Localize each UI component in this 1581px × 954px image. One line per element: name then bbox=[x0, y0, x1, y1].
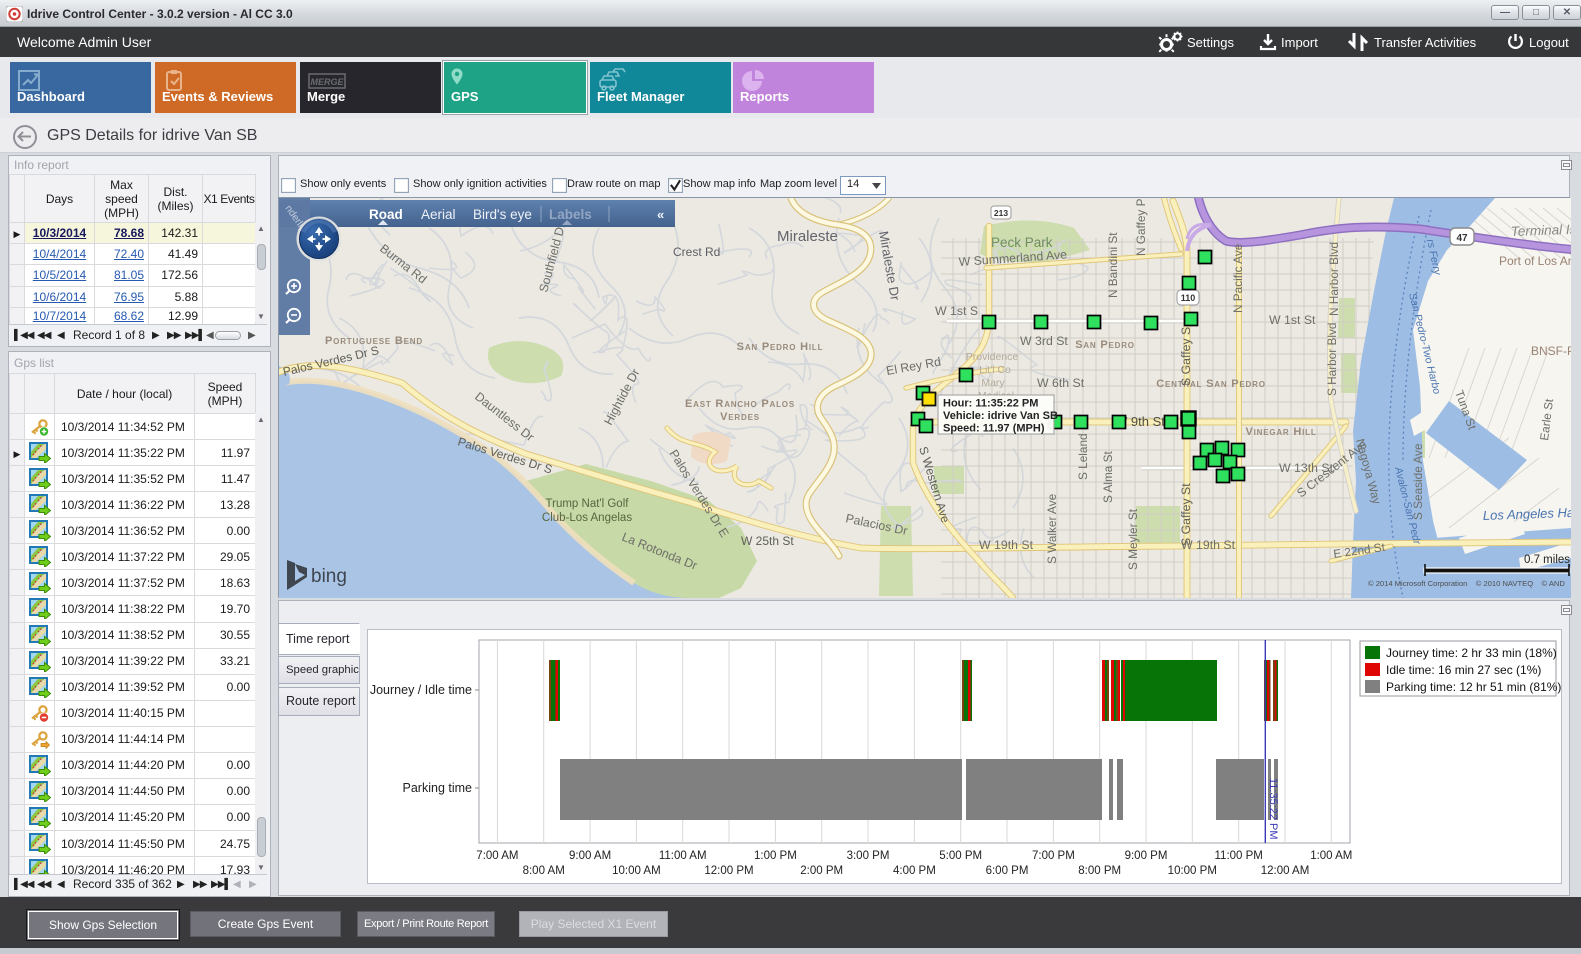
svg-text:VERDES: VERDES bbox=[720, 411, 760, 423]
svg-text:Peck Park: Peck Park bbox=[991, 235, 1053, 250]
svg-text:8:00 PM: 8:00 PM bbox=[1078, 865, 1121, 877]
svg-text:Journey time: 2 hr 33 min (18%: Journey time: 2 hr 33 min (18%) bbox=[1386, 646, 1557, 660]
svg-text:W 19th St: W 19th St bbox=[1181, 538, 1236, 552]
svg-text:6:00 PM: 6:00 PM bbox=[986, 865, 1029, 877]
svg-text:W 25th St: W 25th St bbox=[741, 534, 794, 548]
svg-text:Hour: 11:35:22 PM: Hour: 11:35:22 PM bbox=[943, 398, 1038, 410]
svg-text:SAN PEDRO: SAN PEDRO bbox=[1075, 339, 1135, 351]
svg-text:Miraleste: Miraleste bbox=[777, 228, 838, 245]
svg-text:W 1st S: W 1st S bbox=[935, 304, 978, 318]
svg-text:© 2014 Microsoft Corporation: © 2014 Microsoft Corporation © 2010 NAVT… bbox=[1368, 579, 1565, 588]
svg-text:Labels: Labels bbox=[549, 207, 592, 222]
svg-text:12:00 AM: 12:00 AM bbox=[1261, 865, 1310, 877]
svg-text:Speed: 11.97 (MPH): Speed: 11.97 (MPH) bbox=[943, 423, 1045, 435]
svg-text:4:00 PM: 4:00 PM bbox=[893, 865, 936, 877]
svg-text:47: 47 bbox=[1456, 233, 1468, 244]
svg-text:EAST RANCHO PALOS: EAST RANCHO PALOS bbox=[685, 398, 795, 410]
svg-text:213: 213 bbox=[994, 208, 1008, 218]
svg-text:0.7 miles: 0.7 miles bbox=[1524, 554, 1570, 566]
svg-text:N Bandini St: N Bandini St bbox=[1106, 232, 1120, 298]
svg-text:11:35:22 PM: 11:35:22 PM bbox=[1267, 778, 1279, 840]
svg-text:10:00 PM: 10:00 PM bbox=[1168, 865, 1217, 877]
svg-text:S Gaffey St: S Gaffey St bbox=[1179, 483, 1193, 546]
svg-text:7:00 AM: 7:00 AM bbox=[476, 850, 518, 862]
svg-text:Terminal Isl: Terminal Isl bbox=[1511, 222, 1571, 239]
svg-text:S Walker Ave: S Walker Ave bbox=[1045, 493, 1059, 564]
svg-text:S Harbor Blvd: S Harbor Blvd bbox=[1325, 323, 1339, 396]
svg-text:S Meyler St: S Meyler St bbox=[1126, 508, 1140, 570]
svg-text:110: 110 bbox=[1181, 293, 1196, 303]
svg-text:W 6th St: W 6th St bbox=[1037, 376, 1085, 390]
svg-text:W 3rd St: W 3rd St bbox=[1020, 334, 1068, 348]
svg-text:Club-Los Angelas: Club-Los Angelas bbox=[542, 512, 632, 524]
svg-text:10:00 AM: 10:00 AM bbox=[612, 865, 661, 877]
svg-text:Aerial: Aerial bbox=[421, 207, 456, 222]
svg-text:Port of Los Angel: Port of Los Angel bbox=[1499, 254, 1571, 268]
svg-text:12:00 PM: 12:00 PM bbox=[704, 865, 753, 877]
svg-text:W 1st St: W 1st St bbox=[1269, 313, 1316, 327]
svg-text:S Alma St: S Alma St bbox=[1101, 450, 1115, 503]
svg-text:Bird's eye: Bird's eye bbox=[473, 207, 532, 222]
svg-text:8:00 AM: 8:00 AM bbox=[523, 865, 565, 877]
svg-text:Idle time: 16 min 27 sec (1%): Idle time: 16 min 27 sec (1%) bbox=[1386, 663, 1541, 677]
svg-text:Parking time: Parking time bbox=[403, 781, 473, 795]
svg-text:S Gaffey S: S Gaffey S bbox=[1179, 327, 1193, 386]
svg-text:Parking time: 12 hr 51 min (81: Parking time: 12 hr 51 min (81%) bbox=[1386, 680, 1561, 694]
svg-text:BNSF-Port: BNSF-Port bbox=[1531, 344, 1571, 358]
svg-text:7:00 PM: 7:00 PM bbox=[1032, 850, 1075, 862]
svg-text:1:00 AM: 1:00 AM bbox=[1310, 850, 1352, 862]
svg-text:3:00 PM: 3:00 PM bbox=[847, 850, 890, 862]
svg-text:S Leland: S Leland bbox=[1076, 433, 1090, 480]
svg-text:bing: bing bbox=[311, 566, 347, 587]
svg-text:9:00 PM: 9:00 PM bbox=[1125, 850, 1168, 862]
svg-text:11:00 AM: 11:00 AM bbox=[659, 850, 707, 862]
svg-text:MERGE: MERGE bbox=[310, 77, 344, 87]
svg-text:Mary: Mary bbox=[981, 377, 1005, 389]
svg-text:N Gaffey Pl: N Gaffey Pl bbox=[1134, 198, 1148, 256]
svg-text:N Harbor Blvd: N Harbor Blvd bbox=[1327, 242, 1341, 316]
svg-text:Providence: Providence bbox=[966, 351, 1019, 363]
svg-text:Vehicle: idrive Van SB: Vehicle: idrive Van SB bbox=[943, 410, 1058, 422]
svg-text:CENTRAL SAN PEDRO: CENTRAL SAN PEDRO bbox=[1156, 378, 1265, 390]
svg-text:5:00 PM: 5:00 PM bbox=[939, 850, 982, 862]
svg-text:9:00 AM: 9:00 AM bbox=[569, 850, 611, 862]
svg-text:11:00 PM: 11:00 PM bbox=[1215, 850, 1263, 862]
svg-text:Journey / Idle time: Journey / Idle time bbox=[370, 683, 472, 697]
svg-text:W 19th St: W 19th St bbox=[979, 538, 1034, 552]
svg-text:Crest Rd: Crest Rd bbox=[673, 245, 720, 259]
svg-text:Trump Nat'l Golf: Trump Nat'l Golf bbox=[546, 498, 630, 510]
svg-text:N Pacific Ave: N Pacific Ave bbox=[1231, 243, 1245, 313]
svg-text:Lit'l Co: Lit'l Co bbox=[979, 364, 1011, 376]
svg-text:1:00 PM: 1:00 PM bbox=[754, 850, 797, 862]
svg-text:VINEGAR HILL: VINEGAR HILL bbox=[1245, 426, 1316, 438]
svg-text:SAN PEDRO HILL: SAN PEDRO HILL bbox=[737, 341, 824, 353]
svg-text:2:00 PM: 2:00 PM bbox=[800, 865, 843, 877]
svg-text:Los Angeles Harbor: Los Angeles Harbor bbox=[1483, 504, 1571, 523]
svg-text:Road: Road bbox=[369, 207, 403, 222]
svg-text:«: « bbox=[657, 207, 664, 222]
